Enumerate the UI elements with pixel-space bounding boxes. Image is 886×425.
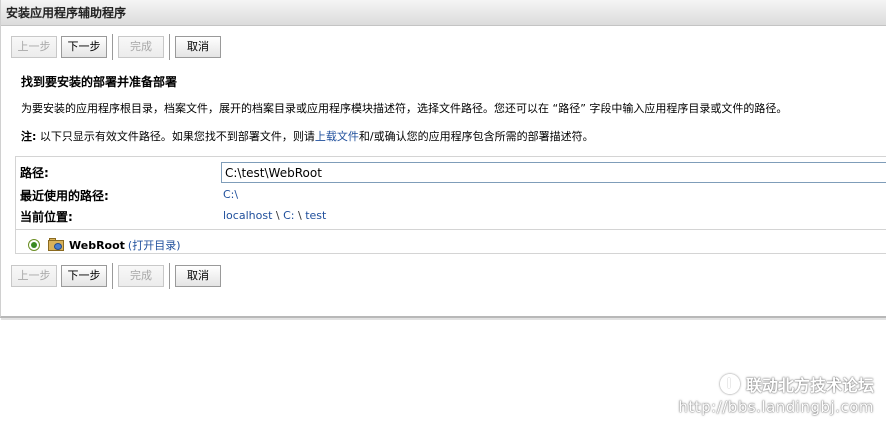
breadcrumb-separator: \: [272, 209, 284, 222]
recent-path-link[interactable]: C:\: [223, 188, 238, 201]
breadcrumb-drive[interactable]: C:: [283, 209, 294, 222]
section-description: 为要安装的应用程序根目录，档案文件，展开的档案目录或应用程序模块描述符，选择文件…: [21, 102, 788, 115]
recent-path-label: 最近使用的路径:: [20, 189, 109, 203]
prev-button: 上一步: [11, 36, 57, 58]
current-location-label: 当前位置:: [20, 210, 73, 224]
note-text-1: 以下只显示有效文件路径。如果您找不到部署文件，则请: [36, 130, 315, 143]
current-location-breadcrumb: localhost \ C: \ test: [223, 209, 326, 222]
cancel-button[interactable]: 取消: [175, 36, 221, 58]
breadcrumb-separator: \: [294, 209, 306, 222]
finish-button: 完成: [118, 36, 164, 58]
watermark-title-text: 联动北方技术论坛: [745, 376, 874, 395]
upload-file-link[interactable]: 上载文件: [315, 130, 359, 143]
path-form: 路径: 最近使用的路径: C:\ 当前位置: localhost \ C: \ …: [15, 156, 886, 254]
next-button[interactable]: 下一步: [61, 265, 107, 287]
watermark-title: 联动北方技术论坛: [678, 372, 874, 396]
section-note: 注: 以下只显示有效文件路径。如果您找不到部署文件，则请上载文件和/或确认您的应…: [21, 128, 594, 144]
finish-button: 完成: [118, 265, 164, 287]
top-button-bar: 上一步 下一步 完成 取消: [11, 34, 225, 60]
path-label: 路径:: [20, 166, 49, 180]
path-input[interactable]: [221, 162, 886, 183]
form-divider: [16, 229, 886, 230]
watermark: 联动北方技术论坛 http://bbs.landingbj.com: [678, 372, 874, 416]
note-label: 注:: [21, 130, 37, 143]
breadcrumb-host[interactable]: localhost: [223, 209, 272, 222]
directory-item: WebRoot (打开目录): [28, 237, 181, 253]
web-folder-icon: [48, 238, 66, 252]
note-text-2: 和/或确认您的应用程序包含所需的部署描述符。: [358, 130, 594, 143]
directory-name: WebRoot: [69, 238, 125, 252]
radio-selected-dot: [31, 242, 37, 248]
watermark-logo-icon: [719, 374, 740, 394]
button-separator: [112, 263, 113, 289]
button-separator: [169, 34, 170, 60]
next-button[interactable]: 下一步: [61, 36, 107, 58]
bottom-button-bar: 上一步 下一步 完成 取消: [11, 263, 225, 289]
open-directory-link[interactable]: (打开目录): [128, 237, 181, 253]
window-title: 安装应用程序辅助程序: [1, 0, 886, 26]
prev-button: 上一步: [11, 265, 57, 287]
breadcrumb-dir[interactable]: test: [305, 209, 326, 222]
button-separator: [169, 263, 170, 289]
directory-radio[interactable]: [28, 239, 40, 251]
button-separator: [112, 34, 113, 60]
section-heading: 找到要安装的部署并准备部署: [21, 75, 178, 89]
watermark-url: http://bbs.landingbj.com: [678, 398, 874, 416]
install-assistant-panel: 安装应用程序辅助程序 上一步 下一步 完成 取消 找到要安装的部署并准备部署 为…: [0, 0, 886, 320]
cancel-button[interactable]: 取消: [175, 265, 221, 287]
